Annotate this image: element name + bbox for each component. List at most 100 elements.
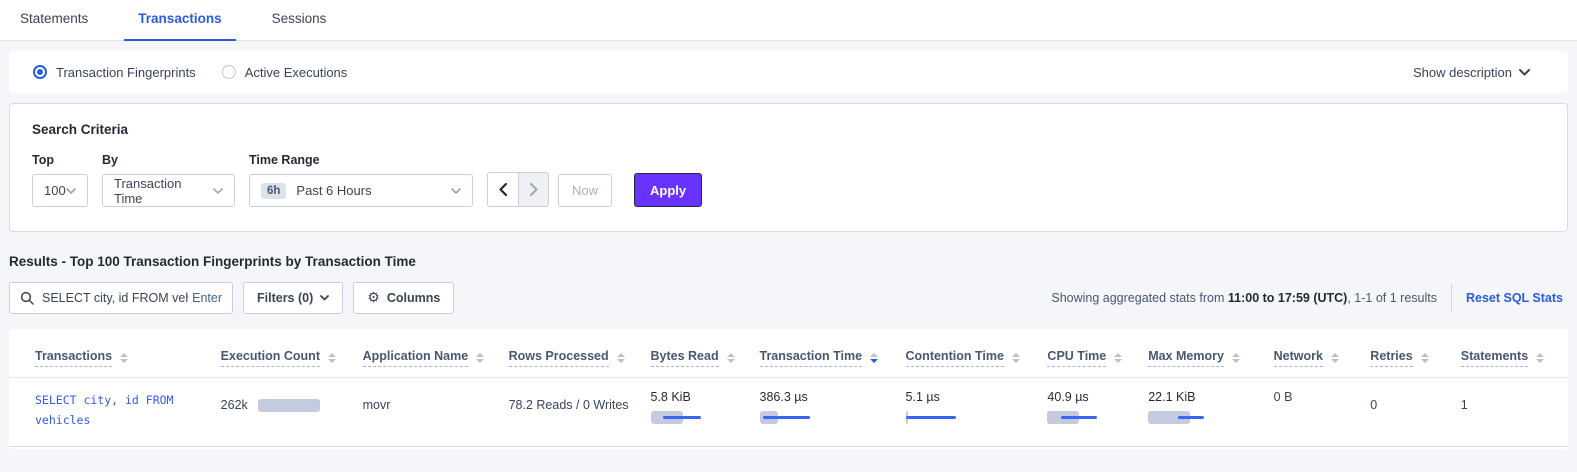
bytes-read-bar <box>651 411 751 424</box>
show-description-toggle[interactable]: Show description <box>1413 65 1544 80</box>
execution-count-bar <box>258 399 320 412</box>
sort-icon[interactable] <box>1012 353 1020 363</box>
divider <box>1451 284 1452 312</box>
columns-button[interactable]: ⚙ Columns <box>353 282 454 314</box>
contention-time-value: 5.1 µs <box>906 390 1036 404</box>
time-range-field: Time Range 6h Past 6 Hours <box>249 153 473 207</box>
results-heading: Results - Top 100 Transaction Fingerprin… <box>9 254 1577 269</box>
sql-activity-tab-bar: Statements Transactions Sessions <box>0 0 1577 41</box>
column-header-max-memory[interactable]: Max Memory <box>1142 335 1267 378</box>
column-header-application-name[interactable]: Application Name <box>357 335 503 378</box>
radio-transaction-fingerprints[interactable]: Transaction Fingerprints <box>33 65 196 80</box>
time-forward-button[interactable] <box>518 173 548 206</box>
statements-value: 1 <box>1461 390 1562 412</box>
gear-icon: ⚙ <box>367 290 380 306</box>
top-select-value: 100 <box>44 183 66 198</box>
max-memory-cell: 22.1 KiB <box>1142 378 1267 447</box>
time-range-label: Time Range <box>249 153 473 167</box>
retries-value: 0 <box>1370 390 1448 412</box>
max-memory-value: 22.1 KiB <box>1148 390 1261 404</box>
sort-icon[interactable] <box>476 353 484 363</box>
reset-sql-stats-link[interactable]: Reset SQL Stats <box>1466 291 1563 305</box>
radio-label: Active Executions <box>245 65 348 80</box>
max-memory-bar <box>1148 411 1248 424</box>
sort-icon-active-desc[interactable] <box>870 353 878 363</box>
transaction-time-cell: 386.3 µs <box>754 378 900 447</box>
execution-count-value: 262k <box>221 398 248 412</box>
chevron-right-icon <box>530 183 538 196</box>
by-select-value: Transaction Time <box>114 176 213 206</box>
transaction-time-bar <box>760 411 860 424</box>
chevron-down-icon <box>213 188 223 194</box>
by-label: By <box>102 153 235 167</box>
filters-button[interactable]: Filters (0) <box>243 282 343 314</box>
radio-selected-icon <box>33 65 47 79</box>
sort-icon[interactable] <box>1421 353 1429 363</box>
column-header-execution-count[interactable]: Execution Count <box>215 335 357 378</box>
top-label: Top <box>32 153 88 167</box>
table-row: SELECT city, id FROM vehicles 262k movr … <box>9 378 1568 447</box>
top-select[interactable]: 100 <box>32 174 88 207</box>
enter-hint-label: Enter <box>192 291 222 305</box>
show-description-label: Show description <box>1413 65 1512 80</box>
chevron-down-icon <box>66 188 76 194</box>
bytes-read-cell: 5.8 KiB <box>645 378 754 447</box>
time-range-select[interactable]: 6h Past 6 Hours <box>249 174 473 207</box>
sort-icon[interactable] <box>1331 353 1339 363</box>
sort-icon[interactable] <box>1114 353 1122 363</box>
cpu-time-value: 40.9 µs <box>1047 390 1136 404</box>
by-select[interactable]: Transaction Time <box>102 174 235 207</box>
contention-time-cell: 5.1 µs <box>900 378 1042 447</box>
radio-label: Transaction Fingerprints <box>56 65 196 80</box>
network-value: 0 B <box>1274 390 1359 404</box>
rows-processed-value: 78.2 Reads / 0 Writes <box>509 390 639 412</box>
column-header-retries[interactable]: Retries <box>1364 335 1454 378</box>
tab-statements[interactable]: Statements <box>6 11 102 41</box>
search-box[interactable]: Enter <box>9 282 233 314</box>
column-header-network[interactable]: Network <box>1268 335 1365 378</box>
transactions-table-card: Transactions Execution Count Application… <box>9 329 1568 449</box>
chevron-down-icon <box>1519 69 1530 76</box>
column-header-statements[interactable]: Statements <box>1455 335 1568 378</box>
top-field: Top 100 <box>32 153 88 207</box>
apply-button[interactable]: Apply <box>634 173 702 207</box>
search-input[interactable] <box>42 291 188 305</box>
by-field: By Transaction Time <box>102 153 235 207</box>
radio-active-executions[interactable]: Active Executions <box>222 65 348 80</box>
contention-time-bar <box>906 411 1006 424</box>
now-button[interactable]: Now <box>558 174 612 207</box>
time-back-button[interactable] <box>488 173 518 206</box>
sort-icon[interactable] <box>120 353 128 363</box>
chevron-down-icon <box>320 295 329 301</box>
column-header-rows-processed[interactable]: Rows Processed <box>503 335 645 378</box>
view-mode-bar: Transaction Fingerprints Active Executio… <box>9 51 1568 93</box>
transaction-time-value: 386.3 µs <box>760 390 894 404</box>
chevron-left-icon <box>499 183 507 196</box>
sort-icon[interactable] <box>328 353 336 363</box>
column-header-transaction-time[interactable]: Transaction Time <box>754 335 900 378</box>
column-header-bytes-read[interactable]: Bytes Read <box>645 335 754 378</box>
cpu-time-bar <box>1047 411 1147 424</box>
sort-icon[interactable] <box>727 353 735 363</box>
results-toolbar: Enter Filters (0) ⚙ Columns Showing aggr… <box>9 282 1568 314</box>
column-header-transactions[interactable]: Transactions <box>9 335 215 378</box>
aggregated-stats-text: Showing aggregated stats from 11:00 to 1… <box>1051 291 1437 305</box>
sort-icon[interactable] <box>1232 353 1240 363</box>
tab-sessions[interactable]: Sessions <box>258 11 341 41</box>
bytes-read-value: 5.8 KiB <box>651 390 748 404</box>
cpu-time-cell: 40.9 µs <box>1041 378 1142 447</box>
transaction-fingerprint-link[interactable]: SELECT city, id FROM vehicles <box>35 390 209 430</box>
tab-transactions[interactable]: Transactions <box>124 11 235 41</box>
column-header-contention-time[interactable]: Contention Time <box>900 335 1042 378</box>
table-header-row: Transactions Execution Count Application… <box>9 335 1568 378</box>
columns-label: Columns <box>387 291 440 305</box>
time-range-value: Past 6 Hours <box>296 183 371 198</box>
time-step-group <box>487 172 549 207</box>
sort-icon[interactable] <box>1536 353 1544 363</box>
search-criteria-title: Search Criteria <box>32 122 1545 137</box>
column-header-cpu-time[interactable]: CPU Time <box>1041 335 1142 378</box>
search-icon <box>20 291 34 305</box>
sort-icon[interactable] <box>617 353 625 363</box>
time-range-badge: 6h <box>261 183 286 199</box>
stats-time-range: 11:00 to 17:59 (UTC) <box>1228 291 1347 305</box>
